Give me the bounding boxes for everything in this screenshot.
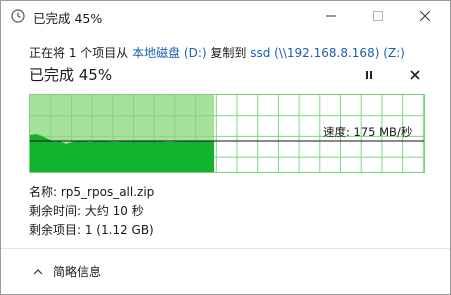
copy-middle: 复制到 xyxy=(206,46,251,60)
less-details-label: 简略信息 xyxy=(53,265,102,279)
stop-button[interactable] xyxy=(407,67,423,83)
copy-prefix: 正在将 1 个项目从 xyxy=(29,46,133,60)
minimize-icon xyxy=(326,15,336,17)
pause-button[interactable] xyxy=(361,67,377,83)
source-link[interactable]: 本地磁盘 (D:) xyxy=(132,46,206,60)
less-details-button[interactable]: 简略信息 xyxy=(33,263,101,280)
title-bar[interactable]: 已完成 45% xyxy=(1,1,450,33)
copy-progress-icon xyxy=(11,9,25,23)
speed-label: 速度: 175 MB/秒 xyxy=(323,125,413,139)
stop-icon xyxy=(410,70,420,80)
detail-name: 名称: rp5_rpos_all.zip xyxy=(29,183,154,200)
minimize-button[interactable] xyxy=(308,1,354,31)
copy-description: 正在将 1 个项目从 本地磁盘 (D:) 复制到 ssd (\\192.168.… xyxy=(29,44,405,61)
maximize-button[interactable] xyxy=(355,1,401,31)
close-button[interactable] xyxy=(402,1,448,31)
detail-time-remaining: 剩余时间: 大约 10 秒 xyxy=(29,202,144,219)
detail-name-value: rp5_rpos_all.zip xyxy=(60,185,155,199)
destination-link[interactable]: ssd (\\192.168.8.168) (Z:) xyxy=(250,46,405,60)
detail-items-remaining: 剩余项目: 1 (1.12 GB) xyxy=(29,221,154,238)
maximize-icon xyxy=(373,11,383,21)
detail-items-value: 1 (1.12 GB) xyxy=(84,223,154,237)
detail-name-label: 名称: xyxy=(29,185,61,199)
close-icon xyxy=(420,11,430,21)
chevron-up-icon xyxy=(33,269,43,275)
detail-items-label: 剩余项目: xyxy=(29,223,85,237)
detail-time-label: 剩余时间: xyxy=(29,204,85,218)
detail-time-value: 大约 10 秒 xyxy=(84,204,144,218)
copy-dialog-window: 已完成 45% 正在将 1 个项目从 本地磁盘 (D:) 复制到 ssd (\\… xyxy=(0,0,451,295)
progress-status: 已完成 45% xyxy=(29,66,113,84)
window-title: 已完成 45% xyxy=(33,11,103,26)
pause-icon xyxy=(366,71,372,79)
